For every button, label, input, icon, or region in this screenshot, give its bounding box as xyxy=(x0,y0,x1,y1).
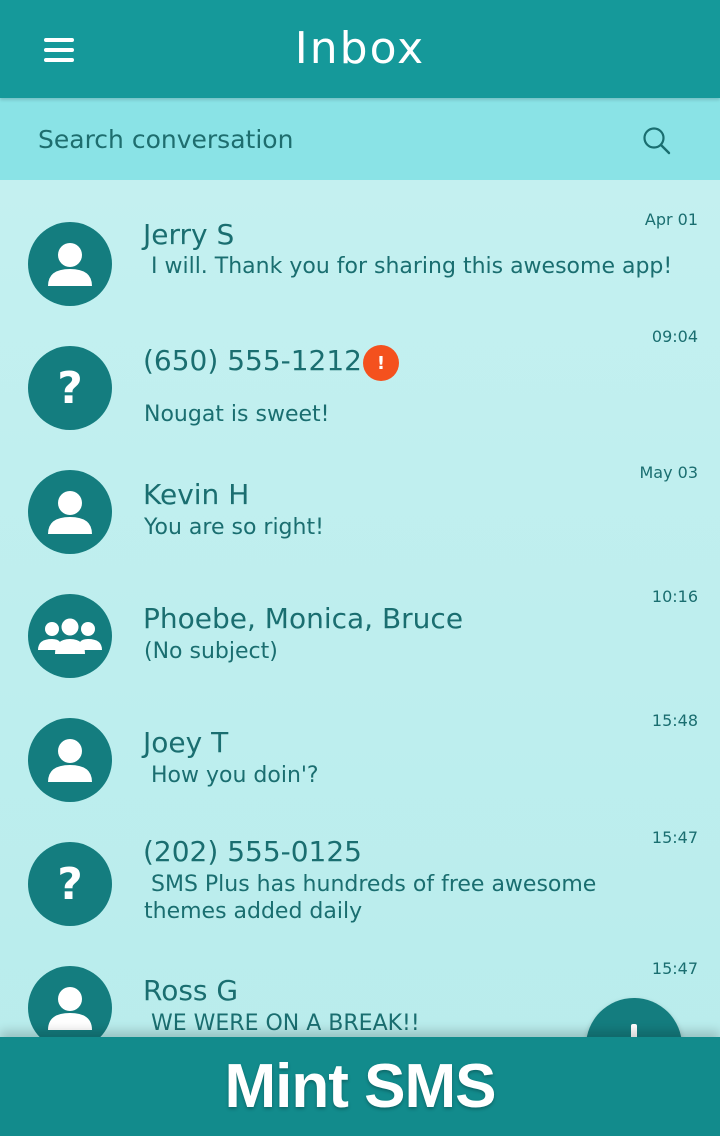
conversation-preview: (No subject) xyxy=(144,639,278,664)
conversation-preview: SMS Plus has hundreds of free awesome th… xyxy=(144,872,597,924)
conversation-row[interactable]: ? (650) 555-1212 ! Nougat is sweet! 09:0… xyxy=(0,304,720,430)
conversation-time: 15:47 xyxy=(651,959,698,978)
hamburger-menu-icon[interactable] xyxy=(44,38,78,64)
conversation-row[interactable]: ? (202) 555-0125 SMS Plus has hundreds o… xyxy=(0,800,720,926)
conversation-name: Kevin H xyxy=(143,478,250,511)
conversation-name: Jerry S xyxy=(143,218,235,251)
error-badge: ! xyxy=(363,345,399,381)
conversation-row[interactable]: Joey T How you doin'? 15:48 xyxy=(0,676,720,802)
person-icon xyxy=(28,222,112,306)
conversation-name: (202) 555-0125 xyxy=(143,835,362,868)
conversation-name: Ross G xyxy=(143,974,239,1007)
conversation-row[interactable]: Kevin H You are so right! May 03 xyxy=(0,428,720,554)
conversation-preview: Nougat is sweet! xyxy=(144,402,330,427)
search-icon[interactable] xyxy=(642,126,672,156)
conversation-time: 15:47 xyxy=(651,828,698,847)
person-icon xyxy=(28,470,112,554)
group-icon xyxy=(28,594,112,678)
person-icon xyxy=(28,718,112,802)
app-bar: Inbox xyxy=(0,0,720,98)
conversation-preview: You are so right! xyxy=(144,515,324,540)
app-name: Mint SMS xyxy=(224,1052,497,1121)
question-mark-icon: ? xyxy=(28,842,112,926)
search-bar xyxy=(0,98,720,180)
search-input[interactable] xyxy=(38,119,598,159)
page-title: Inbox xyxy=(294,22,426,74)
conversation-time: 09:04 xyxy=(651,327,698,346)
conversation-name: Joey T xyxy=(143,726,229,759)
conversation-time: 10:16 xyxy=(651,587,698,606)
conversation-time: May 03 xyxy=(639,463,698,482)
question-mark-icon: ? xyxy=(28,346,112,430)
conversation-time: 15:48 xyxy=(651,711,698,730)
conversation-row[interactable]: Jerry S I will. Thank you for sharing th… xyxy=(0,180,720,306)
conversation-name: (650) 555-1212 xyxy=(143,344,362,377)
conversation-name: Phoebe, Monica, Bruce xyxy=(143,602,464,635)
person-icon xyxy=(28,966,112,1040)
conversation-row[interactable]: Phoebe, Monica, Bruce (No subject) 10:16 xyxy=(0,552,720,678)
conversation-time: Apr 01 xyxy=(644,210,698,229)
conversation-preview: I will. Thank you for sharing this aweso… xyxy=(151,254,673,279)
promo-footer: Mint SMS xyxy=(0,1037,720,1136)
conversation-preview: How you doin'? xyxy=(151,763,319,788)
conversation-list: Jerry S I will. Thank you for sharing th… xyxy=(0,180,720,1040)
